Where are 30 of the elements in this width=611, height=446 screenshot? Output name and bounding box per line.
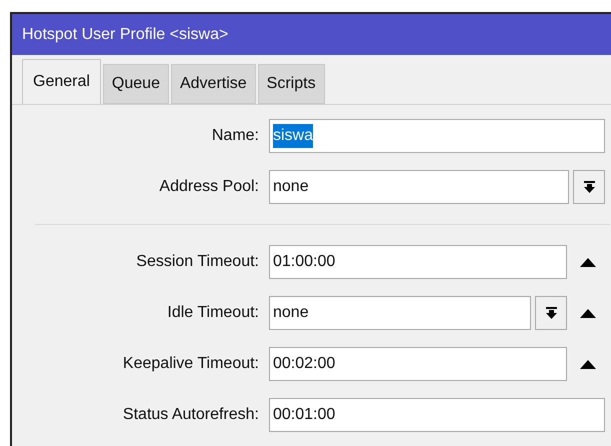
input-field[interactable]: none bbox=[269, 296, 531, 330]
field-value: none bbox=[273, 177, 309, 197]
input-field[interactable]: siswa bbox=[269, 119, 605, 153]
field-value: 01:00:00 bbox=[273, 252, 336, 272]
tab[interactable]: Queue bbox=[102, 64, 169, 104]
up-arrow-icon bbox=[580, 258, 596, 266]
dropdown-button[interactable] bbox=[573, 170, 605, 204]
up-arrow-icon bbox=[580, 360, 596, 368]
field-label: Idle Timeout: bbox=[166, 303, 260, 323]
input-field[interactable]: 00:01:00 bbox=[269, 398, 605, 432]
field-value: 00:02:00 bbox=[273, 354, 336, 374]
tab[interactable]: Advertise bbox=[170, 64, 256, 104]
window-title: Hotspot User Profile <siswa> bbox=[22, 24, 228, 44]
field-label: Status Autorefresh: bbox=[122, 405, 260, 425]
input-field[interactable]: 00:02:00 bbox=[269, 347, 567, 381]
input-field[interactable]: none bbox=[269, 170, 569, 204]
field-value: none bbox=[273, 303, 309, 323]
field-label: Keepalive Timeout: bbox=[122, 354, 260, 374]
tab[interactable]: Scripts bbox=[258, 64, 325, 104]
tab[interactable]: General bbox=[22, 59, 101, 104]
up-arrow-icon bbox=[580, 308, 596, 318]
field-label: Session Timeout: bbox=[135, 252, 260, 272]
dropdown-icon bbox=[584, 181, 594, 193]
dropdown-button[interactable] bbox=[535, 296, 567, 330]
field-label: Address Pool: bbox=[158, 177, 260, 197]
field-label: Name: bbox=[210, 126, 260, 146]
dropdown-icon bbox=[546, 307, 556, 319]
field-value: 00:01:00 bbox=[273, 405, 336, 425]
field-value: siswa bbox=[273, 124, 314, 148]
input-field[interactable]: 01:00:00 bbox=[269, 245, 567, 279]
